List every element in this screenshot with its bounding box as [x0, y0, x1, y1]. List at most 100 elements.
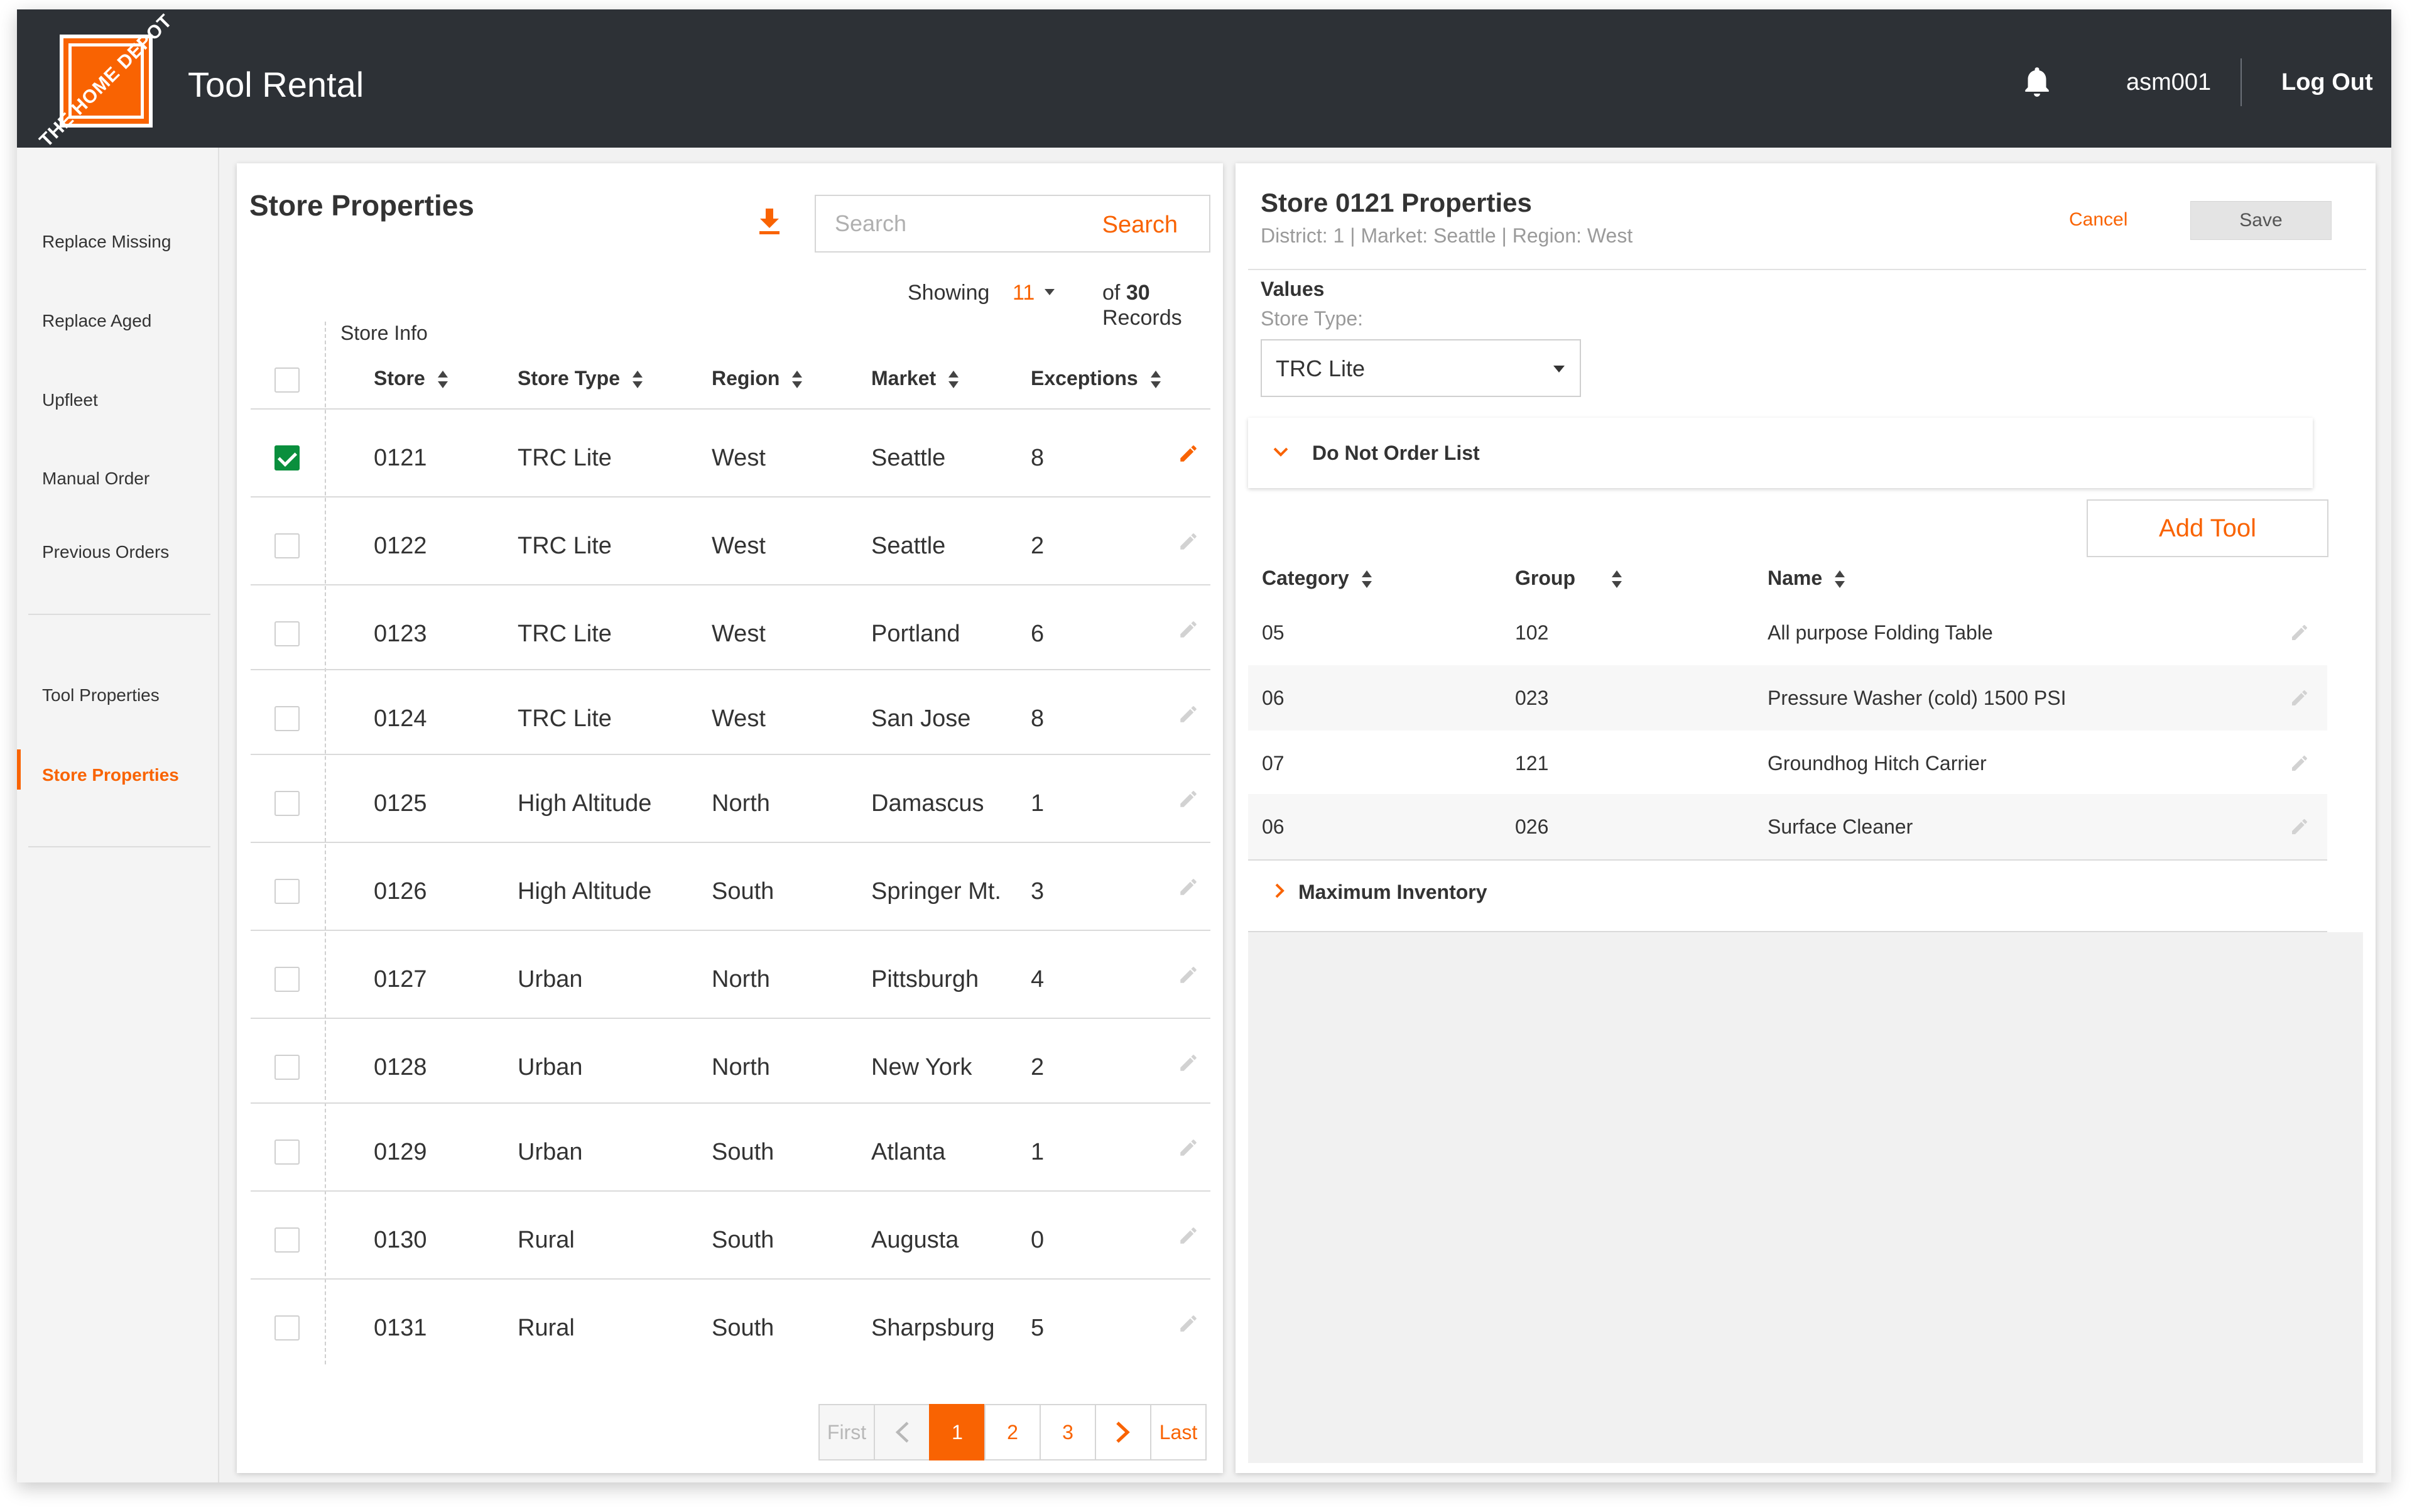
sort-icon[interactable]	[1149, 369, 1162, 391]
edit-pencil-icon[interactable]	[2290, 688, 2310, 708]
search-input[interactable]	[816, 196, 1092, 251]
table-row[interactable]: 0121 TRC Lite West Seattle 8	[251, 408, 1210, 496]
sort-icon[interactable]	[437, 369, 449, 391]
row-checkbox[interactable]	[274, 706, 300, 731]
bell-icon[interactable]	[2018, 63, 2056, 101]
table-row[interactable]: 0129 Urban South Atlanta 1	[251, 1102, 1210, 1190]
column-header-store[interactable]: Store	[374, 366, 449, 391]
sidebar-item-store-properties[interactable]: Store Properties	[42, 764, 179, 786]
first-page-button[interactable]: First	[818, 1404, 875, 1460]
row-checkbox[interactable]	[274, 1055, 300, 1080]
empty-area	[1248, 932, 2363, 1463]
sidebar-item-previous-orders[interactable]: Previous Orders	[42, 541, 169, 563]
page-3-button[interactable]: 3	[1040, 1404, 1096, 1460]
row-checkbox[interactable]	[274, 1315, 300, 1341]
sort-icon[interactable]	[947, 369, 960, 391]
edit-pencil-icon[interactable]	[2290, 753, 2310, 773]
sidebar-item-replace-aged[interactable]: Replace Aged	[42, 310, 151, 332]
store-type: Urban	[518, 966, 583, 993]
edit-pencil-icon[interactable]	[1178, 876, 1199, 898]
app-title: Tool Rental	[188, 65, 364, 104]
edit-pencil-icon[interactable]	[1178, 788, 1199, 810]
page-1-button[interactable]: 1	[929, 1404, 986, 1460]
select-all-checkbox[interactable]	[274, 367, 300, 393]
row-checkbox[interactable]	[274, 1227, 300, 1253]
tool-name: All purpose Folding Table	[1768, 621, 1993, 644]
exceptions-count: 3	[1031, 878, 1045, 905]
do-not-order-label: Do Not Order List	[1312, 442, 1480, 464]
total-records: 30	[1126, 281, 1150, 305]
row-checkbox[interactable]	[274, 879, 300, 904]
sidebar-item-upfleet[interactable]: Upfleet	[42, 389, 98, 411]
sort-icon[interactable]	[791, 369, 803, 391]
market: Portland	[871, 621, 960, 647]
caret-down-icon[interactable]	[1045, 289, 1055, 295]
next-page-button[interactable]	[1095, 1404, 1151, 1460]
row-checkbox[interactable]	[274, 533, 300, 558]
username[interactable]: asm001	[2126, 67, 2211, 97]
store-type-select[interactable]: TRC Lite	[1261, 339, 1581, 397]
per-page-select[interactable]: 11	[1013, 280, 1035, 305]
row-checkbox[interactable]	[274, 967, 300, 992]
table-row[interactable]: 0127 Urban North Pittsburgh 4	[251, 930, 1210, 1018]
table-row[interactable]: 0122 TRC Lite West Seattle 2	[251, 496, 1210, 584]
tool-group: 121	[1515, 752, 1549, 775]
row-checkbox[interactable]	[274, 1139, 300, 1165]
row-checkbox[interactable]	[274, 621, 300, 646]
edit-pencil-icon[interactable]	[1178, 619, 1199, 640]
column-header-exceptions[interactable]: Exceptions	[1031, 366, 1162, 391]
tool-row[interactable]: 06 026 Surface Cleaner	[1248, 794, 2327, 859]
add-tool-button[interactable]: Add Tool	[2087, 499, 2328, 557]
sidebar-item-manual-order[interactable]: Manual Order	[42, 468, 149, 489]
edit-pencil-icon[interactable]	[1178, 1052, 1199, 1074]
edit-pencil-icon[interactable]	[1178, 964, 1199, 986]
cancel-button[interactable]: Cancel	[2069, 209, 2127, 231]
tool-row[interactable]: 05 102 All purpose Folding Table	[1248, 600, 2327, 665]
save-button[interactable]: Save	[2190, 201, 2332, 240]
sort-icon[interactable]	[1833, 569, 1846, 590]
column-header-group[interactable]: Group	[1515, 565, 1623, 590]
column-header-store-type[interactable]: Store Type	[518, 366, 644, 391]
column-header-name[interactable]: Name	[1768, 565, 1846, 590]
row-checkbox[interactable]	[274, 791, 300, 816]
column-header-region[interactable]: Region	[712, 366, 803, 391]
sort-icon[interactable]	[1361, 569, 1373, 590]
logout-button[interactable]: Log Out	[2281, 67, 2373, 97]
table-row[interactable]: 0126 High Altitude South Springer Mt. 3	[251, 842, 1210, 930]
download-icon[interactable]	[757, 207, 782, 235]
edit-pencil-icon[interactable]	[1178, 704, 1199, 725]
sort-icon[interactable]	[1611, 569, 1623, 590]
edit-pencil-icon[interactable]	[1178, 443, 1199, 464]
last-page-button[interactable]: Last	[1150, 1404, 1207, 1460]
chevron-down-icon	[1273, 447, 1288, 457]
table-row[interactable]: 0123 TRC Lite West Portland 6	[251, 584, 1210, 672]
maximum-inventory-accordion[interactable]: Maximum Inventory	[1298, 879, 1487, 905]
sidebar-item-tool-properties[interactable]: Tool Properties	[42, 685, 160, 706]
home-depot-logo[interactable]: THE HOME DEPOT	[36, 11, 177, 151]
table-row[interactable]: 0124 TRC Lite West San Jose 8	[251, 669, 1210, 757]
table-row[interactable]: 0130 Rural South Augusta 0	[251, 1190, 1210, 1278]
edit-pencil-icon[interactable]	[2290, 817, 2310, 837]
page-2-button[interactable]: 2	[984, 1404, 1041, 1460]
sort-icon[interactable]	[631, 369, 644, 391]
detail-subtitle: District: 1 | Market: Seattle | Region: …	[1261, 224, 1633, 247]
column-header-market[interactable]: Market	[871, 366, 960, 391]
row-checkbox[interactable]	[274, 445, 300, 470]
edit-pencil-icon[interactable]	[2290, 623, 2310, 643]
chevron-right-icon[interactable]	[1272, 883, 1287, 898]
tool-row[interactable]: 06 023 Pressure Washer (cold) 1500 PSI	[1248, 665, 2327, 731]
table-row[interactable]: 0128 Urban North New York 2	[251, 1018, 1210, 1106]
table-row[interactable]: 0131 Rural South Sharpsburg 5	[251, 1278, 1210, 1366]
edit-pencil-icon[interactable]	[1178, 1225, 1199, 1246]
do-not-order-accordion[interactable]: Do Not Order List	[1248, 418, 2313, 488]
search-button[interactable]: Search	[1102, 211, 1178, 239]
table-row[interactable]: 0125 High Altitude North Damascus 1	[251, 754, 1210, 842]
edit-pencil-icon[interactable]	[1178, 1137, 1199, 1158]
tool-row[interactable]: 07 121 Groundhog Hitch Carrier	[1248, 731, 2327, 796]
prev-page-button[interactable]	[874, 1404, 930, 1460]
tool-name: Surface Cleaner	[1768, 815, 1913, 838]
sidebar-item-replace-missing[interactable]: Replace Missing	[42, 231, 171, 253]
edit-pencil-icon[interactable]	[1178, 531, 1199, 552]
edit-pencil-icon[interactable]	[1178, 1313, 1199, 1334]
column-header-category[interactable]: Category	[1262, 565, 1373, 590]
